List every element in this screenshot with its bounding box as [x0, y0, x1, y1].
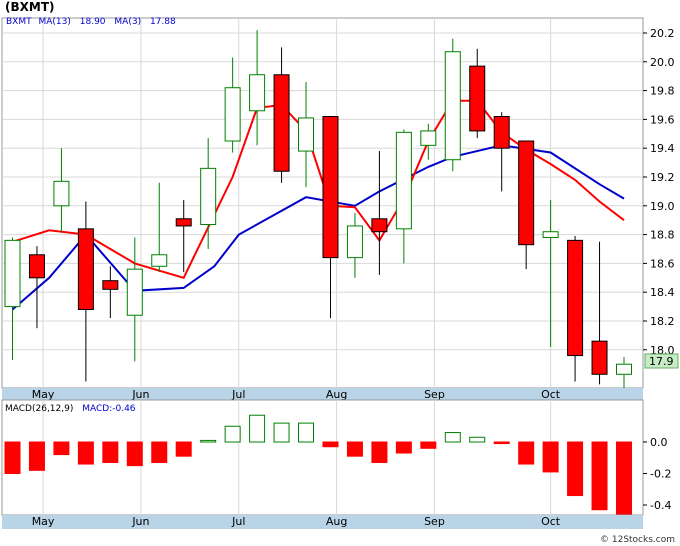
macd-legend-label: MACD(26,12,9): [5, 404, 73, 414]
candle: [444, 38, 461, 172]
macd-bar: [346, 441, 363, 457]
price-tick-label: 19.8: [650, 85, 675, 98]
macd-bar: [395, 441, 412, 454]
month-label: May: [32, 388, 55, 401]
candle-body: [371, 218, 388, 233]
macd-bar: [469, 436, 486, 443]
macd-bar: [102, 441, 119, 463]
candle-body: [249, 74, 266, 112]
price-tick-label: 19.2: [650, 171, 675, 184]
month-label: Jun: [131, 388, 149, 401]
candle-body: [273, 74, 290, 172]
price-tick-label: 20.2: [650, 27, 675, 40]
macd-bar: [28, 441, 45, 471]
macd-bar: [53, 441, 70, 456]
macd-bar: [371, 441, 388, 463]
candle-body: [346, 225, 363, 259]
macd-bar: [518, 441, 535, 465]
month-label: Sep: [424, 388, 445, 401]
legend-ma13-label: MA(13): [38, 17, 70, 27]
price-tick-label: 18.2: [650, 315, 675, 328]
month-label: Jul: [231, 388, 245, 401]
macd-bar: [175, 441, 192, 457]
candle-body: [518, 140, 535, 246]
month-label: Jul: [231, 515, 245, 528]
candle-body: [395, 131, 412, 230]
candle-body: [53, 180, 70, 207]
candle-body: [102, 280, 119, 290]
price-y-axis: 18.018.218.418.618.819.019.219.419.619.8…: [643, 27, 675, 357]
last-price-value: 17.9: [649, 355, 674, 368]
candle-body: [126, 268, 143, 316]
last-price-tag: 17.9: [644, 353, 679, 369]
macd-bar: [322, 441, 339, 448]
candle-body: [420, 130, 437, 146]
macd-bar: [224, 425, 241, 443]
macd-bar: [591, 441, 608, 511]
macd-bar: [249, 414, 266, 443]
macd-bar: [444, 432, 461, 443]
candle-body: [4, 239, 21, 308]
candle-body: [444, 51, 461, 161]
macd-y-axis: 0.0 -0.2 -0.4: [643, 436, 671, 512]
macd-bar: [542, 441, 559, 473]
price-legend: BXMT MA(13) 18.90 MA(3) 17.88: [6, 17, 176, 27]
candle-body: [322, 116, 339, 259]
month-label: Sep: [424, 515, 445, 528]
candle-body: [616, 363, 632, 375]
price-tick-label: 19.6: [650, 113, 675, 126]
macd-bar: [77, 441, 94, 465]
macd-bar: [420, 441, 437, 449]
macd-bar: [493, 441, 510, 445]
price-tick-label: 18.8: [650, 229, 675, 242]
macd-bar: [273, 422, 290, 443]
macd-bar: [151, 441, 168, 463]
candle-body: [469, 65, 486, 132]
candle-body: [591, 340, 608, 375]
macd-legend-value: MACD:-0.46: [82, 404, 136, 414]
macd-tick-label: 0.0: [650, 436, 668, 449]
macd-tick-label: -0.4: [650, 499, 671, 512]
macd-bar: [126, 441, 143, 467]
macd-bar: [567, 441, 584, 497]
month-label: Oct: [541, 388, 561, 401]
candle-body: [151, 254, 168, 267]
candle-body: [77, 228, 94, 310]
macd-tick-label: -0.2: [650, 468, 671, 481]
month-label: Aug: [326, 388, 347, 401]
candle-body: [493, 116, 510, 149]
candle-body: [175, 218, 192, 227]
month-label: Aug: [326, 515, 347, 528]
price-tick-label: 18.6: [650, 257, 675, 270]
price-tick-label: 19.0: [650, 200, 675, 213]
legend-symbol: BXMT: [6, 17, 32, 27]
candle-body: [298, 117, 315, 152]
month-label: Oct: [541, 515, 561, 528]
macd-bar: [200, 439, 217, 443]
price-tick-label: 19.4: [650, 142, 675, 155]
legend-ma3-value: 17.88: [150, 17, 176, 27]
macd-legend: MACD(26,12,9) MACD:-0.46: [5, 404, 136, 414]
candle-body: [567, 239, 584, 357]
candle-body: [542, 231, 559, 238]
candle-body: [200, 167, 217, 226]
legend-ma3-label: MA(3): [114, 17, 141, 27]
price-tick-label: 18.4: [650, 286, 675, 299]
price-chart: 18.018.218.418.618.819.019.219.419.619.8…: [1, 17, 679, 545]
month-label: May: [32, 515, 55, 528]
candle-body: [28, 254, 45, 279]
macd-bar: [616, 441, 632, 515]
macd-bar: [298, 422, 315, 443]
watermark: © 12Stocks.com: [600, 535, 675, 545]
price-tick-label: 20.0: [650, 56, 675, 69]
month-label: Jun: [131, 515, 149, 528]
legend-ma13-value: 18.90: [80, 17, 106, 27]
macd-bar: [4, 441, 21, 474]
candle-body: [224, 87, 241, 142]
